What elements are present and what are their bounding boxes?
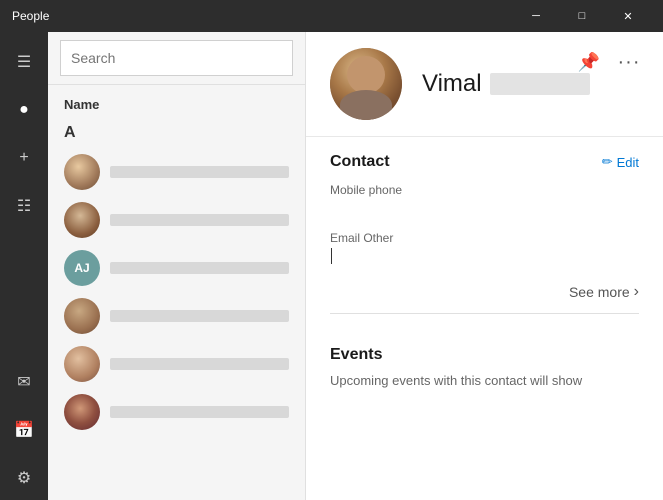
contact-name-blur (110, 406, 289, 418)
contact-avatar-large (330, 48, 402, 120)
contact-name-blur (110, 262, 289, 274)
events-title: Events (330, 346, 639, 364)
close-button[interactable]: ✕ (605, 0, 651, 32)
more-options-button[interactable]: ··· (611, 44, 647, 80)
mobile-phone-field: Mobile phone (330, 183, 639, 217)
email-other-field: Email Other (330, 231, 639, 265)
contact-name-blur (110, 214, 289, 226)
contact-full-name: Vimal (422, 70, 590, 98)
menu-icon: ☰ (17, 52, 31, 72)
person-icon: ● (19, 101, 29, 119)
contact-panel: Name A AJ (48, 32, 306, 500)
avatar (64, 298, 100, 334)
contact-last-name-blur (490, 73, 590, 95)
see-more-row: See more › (330, 279, 639, 314)
calendar-button[interactable]: 📅 (2, 408, 46, 452)
contact-list: Name A AJ (48, 85, 305, 500)
avatar: AJ (64, 250, 100, 286)
add-contact-button[interactable]: + (2, 136, 46, 180)
mobile-phone-value (330, 199, 639, 217)
calendar-icon: 📅 (14, 420, 34, 440)
avatar (64, 154, 100, 190)
see-more-label: See more (569, 284, 630, 300)
alpha-section-header: A (48, 120, 305, 148)
avatar (64, 346, 100, 382)
contact-section: Contact ✏ Edit Mobile phone Email Other (306, 137, 663, 330)
edit-button[interactable]: ✏ Edit (602, 154, 639, 170)
list-item[interactable] (48, 388, 305, 436)
avatar-photo (330, 48, 402, 120)
name-column-header: Name (48, 93, 305, 120)
see-more-button[interactable]: See more › (569, 283, 639, 301)
search-bar (48, 32, 305, 85)
menu-button[interactable]: ☰ (2, 40, 46, 84)
app-title: People (12, 9, 513, 23)
contact-header: 📌 ··· Vimal (306, 32, 663, 137)
contact-name-blur (110, 310, 289, 322)
mail-icon: ✉ (17, 372, 30, 392)
avatar-initials-text: AJ (74, 261, 89, 275)
app-window: People ─ □ ✕ ☰ ● + ☷ ✉ (0, 0, 663, 500)
main-layout: ☰ ● + ☷ ✉ 📅 ⚙ (0, 32, 663, 500)
mobile-phone-label: Mobile phone (330, 183, 639, 197)
pin-icon: 📌 (578, 52, 600, 73)
search-input[interactable] (60, 40, 293, 76)
minimize-button[interactable]: ─ (513, 0, 559, 32)
filter-button[interactable]: ☷ (2, 184, 46, 228)
text-cursor (331, 248, 332, 264)
list-item[interactable] (48, 340, 305, 388)
more-icon: ··· (618, 51, 641, 74)
contact-name-blur (110, 166, 289, 178)
list-item[interactable] (48, 292, 305, 340)
section-title: Contact (330, 153, 390, 171)
filter-icon: ☷ (17, 196, 31, 216)
list-item[interactable]: AJ (48, 244, 305, 292)
icon-sidebar: ☰ ● + ☷ ✉ 📅 ⚙ (0, 32, 48, 500)
detail-panel: 📌 ··· Vimal Contact (306, 32, 663, 500)
contact-first-name: Vimal (422, 70, 482, 98)
edit-label: Edit (617, 155, 639, 170)
settings-button[interactable]: ⚙ (2, 456, 46, 500)
edit-icon: ✏ (602, 154, 613, 170)
contact-name-blur (110, 358, 289, 370)
events-section: Events Upcoming events with this contact… (306, 330, 663, 406)
list-item[interactable] (48, 196, 305, 244)
email-other-value (330, 247, 639, 265)
add-icon: + (19, 149, 28, 167)
events-description: Upcoming events with this contact will s… (330, 372, 639, 390)
maximize-button[interactable]: □ (559, 0, 605, 32)
avatar (64, 394, 100, 430)
settings-icon: ⚙ (17, 468, 31, 488)
email-other-label: Email Other (330, 231, 639, 245)
section-header: Contact ✏ Edit (330, 153, 639, 171)
list-item[interactable] (48, 148, 305, 196)
titlebar: People ─ □ ✕ (0, 0, 663, 32)
chevron-right-icon: › (634, 283, 639, 301)
mail-button[interactable]: ✉ (2, 360, 46, 404)
avatar (64, 202, 100, 238)
window-controls: ─ □ ✕ (513, 0, 651, 32)
people-button[interactable]: ● (2, 88, 46, 132)
